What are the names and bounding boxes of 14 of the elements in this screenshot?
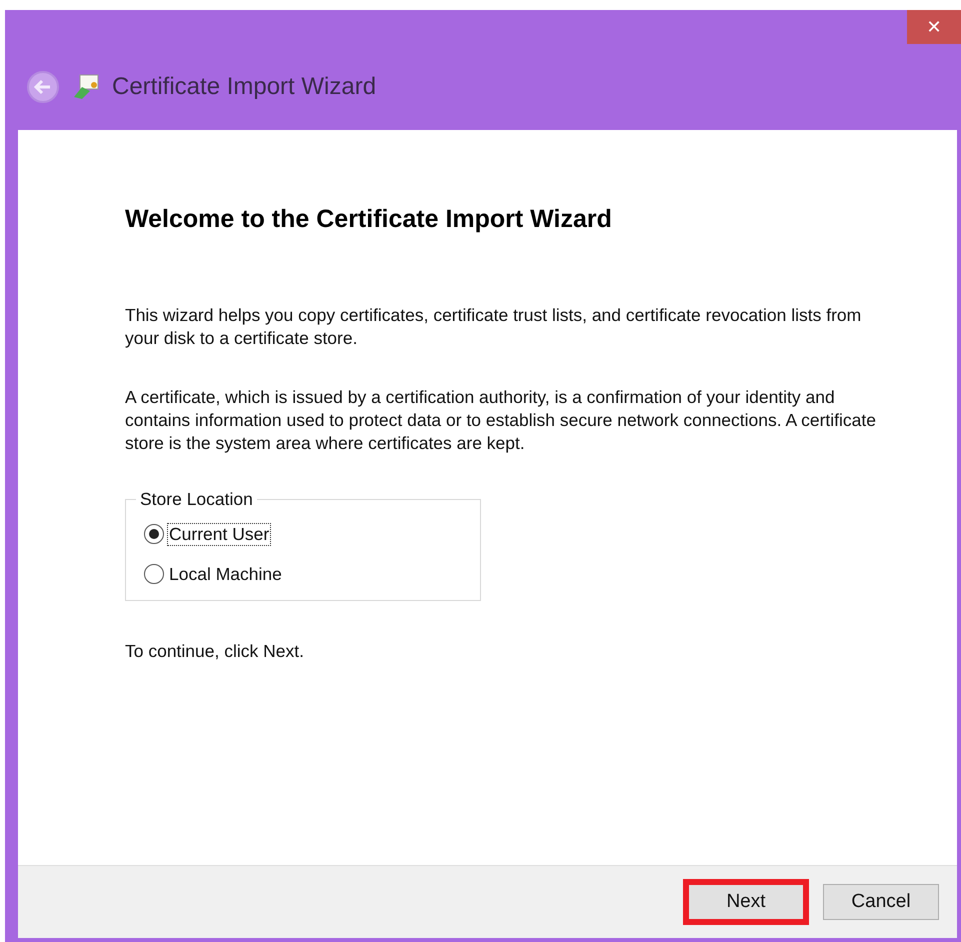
hint-text: To continue, click Next.: [125, 641, 305, 662]
cancel-button[interactable]: Cancel: [823, 884, 939, 920]
radio-button[interactable]: [144, 524, 164, 544]
next-button[interactable]: Next: [683, 879, 809, 925]
certificate-icon: [72, 73, 100, 101]
radio-label[interactable]: Current User: [168, 524, 270, 544]
wizard-heading: Welcome to the Certificate Import Wizard: [125, 205, 613, 234]
window-title: Certificate Import Wizard: [112, 73, 376, 101]
radio-label[interactable]: Local Machine: [168, 564, 283, 584]
group-label: Store Location: [139, 489, 254, 510]
close-button[interactable]: ✕: [907, 10, 961, 44]
radio-button[interactable]: [144, 564, 164, 584]
description-paragraph: A certificate, which is issued by a certification authority, is a confirmation of your identity and contains information used to protect data or to establish secure network connections. A certificate store is the system area where certificates are kept.: [125, 386, 877, 455]
description-paragraph: This wizard helps you copy certificates, certificate trust lists, and certificate revocation lists from your disk to a certificate store.: [125, 304, 862, 350]
